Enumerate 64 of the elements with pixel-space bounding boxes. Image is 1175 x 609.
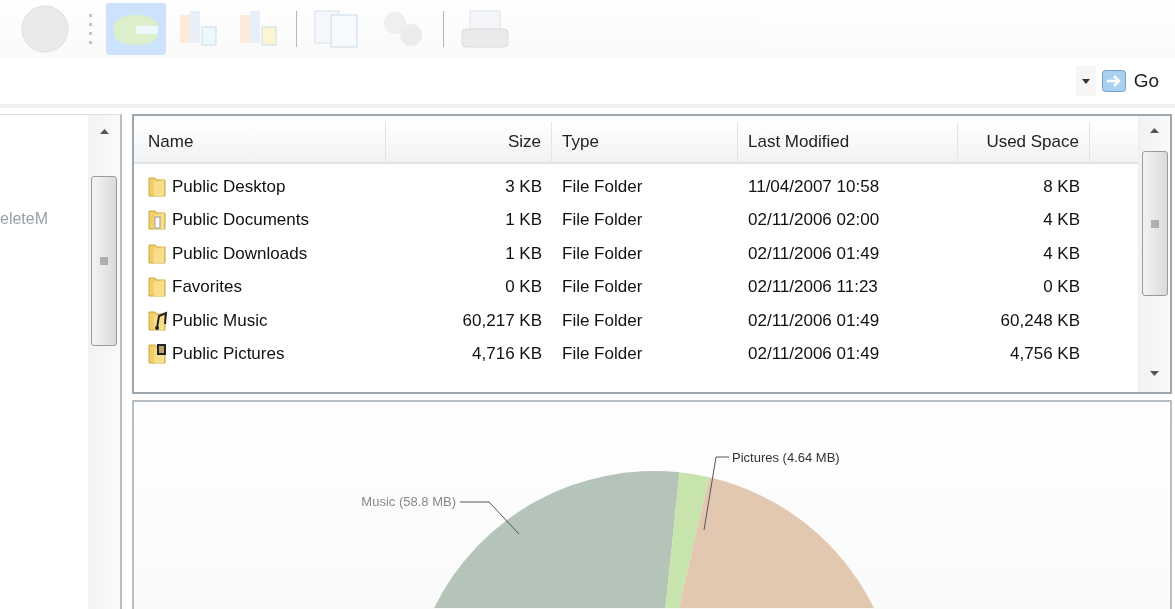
- table-cell-text: 8 KB: [1042, 175, 1081, 198]
- table-cell-text: 1 KB: [504, 209, 543, 232]
- column-header[interactable]: Name: [134, 122, 386, 162]
- table-cell-text: 02/11/2006 11:23: [747, 276, 879, 299]
- up-arrow-icon: [99, 129, 109, 134]
- dropdown-button[interactable]: [1075, 66, 1096, 96]
- caret-icon: [1081, 78, 1090, 84]
- slice-label: Music (58.8 MB): [361, 494, 456, 509]
- file-name[interactable]: Public Desktop: [172, 176, 286, 197]
- table-cell-text: 3 KB: [504, 175, 543, 198]
- grip-icon: [1150, 219, 1159, 228]
- table-cell-text: 0 KB: [1042, 276, 1081, 299]
- folder-icon: [146, 175, 168, 198]
- table-cell-text: 60,217 KB: [461, 309, 543, 332]
- table-cell-text: File Folder: [561, 309, 644, 332]
- table-cell-text: 11/04/2007 10:58: [747, 175, 881, 198]
- file-name[interactable]: Favorites: [172, 277, 242, 298]
- pie-chart-icon: [112, 12, 160, 46]
- toolbar-grip-icon: [88, 12, 94, 46]
- column-header[interactable]: Used Space: [958, 122, 1090, 162]
- film-folder-icon: [146, 343, 168, 366]
- file-name[interactable]: Public Music: [172, 310, 268, 331]
- table-cell-text: 60,248 KB: [999, 309, 1081, 332]
- table-cell-text: File Folder: [561, 209, 644, 232]
- go-button[interactable]: Go: [1101, 70, 1159, 92]
- table-cell-text: 02/11/2006 01:49: [747, 242, 881, 265]
- table-cell-text: 4,716 KB: [471, 343, 543, 366]
- table-cell-text: File Folder: [561, 175, 644, 198]
- folder-icon: [146, 242, 168, 265]
- slice-label: Pictures (4.64 MB): [732, 450, 840, 465]
- file-name[interactable]: Public Pictures: [172, 344, 285, 365]
- file-name[interactable]: Public Downloads: [172, 243, 308, 264]
- table-cell-text: File Folder: [561, 242, 644, 265]
- table-cell-text: 02/11/2006 01:49: [747, 343, 881, 366]
- table-cell-text: 0 KB: [504, 276, 543, 299]
- pages-icon: [313, 9, 361, 49]
- grip-icon: [100, 257, 108, 265]
- column-header[interactable]: Last Modified: [738, 122, 958, 162]
- table-cell-text: File Folder: [561, 343, 644, 366]
- toolbar-button[interactable]: [106, 3, 166, 55]
- down-arrow-icon: [1150, 371, 1159, 376]
- table-cell-text: 4 KB: [1042, 209, 1081, 232]
- scrollbar[interactable]: [1138, 116, 1170, 392]
- circle-icon: [20, 4, 70, 54]
- bar-chart-icon: [178, 9, 220, 49]
- column-header[interactable]: Type: [552, 122, 738, 162]
- table-cell-text: 02/11/2006 01:49: [747, 309, 881, 332]
- table-cell-text: 1 KB: [504, 242, 543, 265]
- table-cell-text: 4 KB: [1042, 242, 1081, 265]
- scroll-thumb[interactable]: [1141, 151, 1168, 296]
- scrollbar[interactable]: [88, 115, 120, 609]
- music-folder-icon: [146, 309, 168, 332]
- printer-icon: [460, 9, 510, 49]
- document-folder-icon: [146, 209, 168, 232]
- column-header[interactable]: Size: [386, 122, 552, 162]
- leader-line: [459, 501, 520, 535]
- folder-icon: [146, 276, 168, 299]
- table-cell-text: 4,756 KB: [1009, 343, 1081, 366]
- file-name[interactable]: Public Documents: [172, 210, 309, 231]
- scroll-thumb[interactable]: [91, 176, 117, 346]
- bar-chart-icon: [238, 9, 280, 49]
- table-cell-text: File Folder: [561, 276, 644, 299]
- up-arrow-icon: [1150, 128, 1159, 133]
- table-cell-text: 02/11/2006 02:00: [747, 209, 881, 232]
